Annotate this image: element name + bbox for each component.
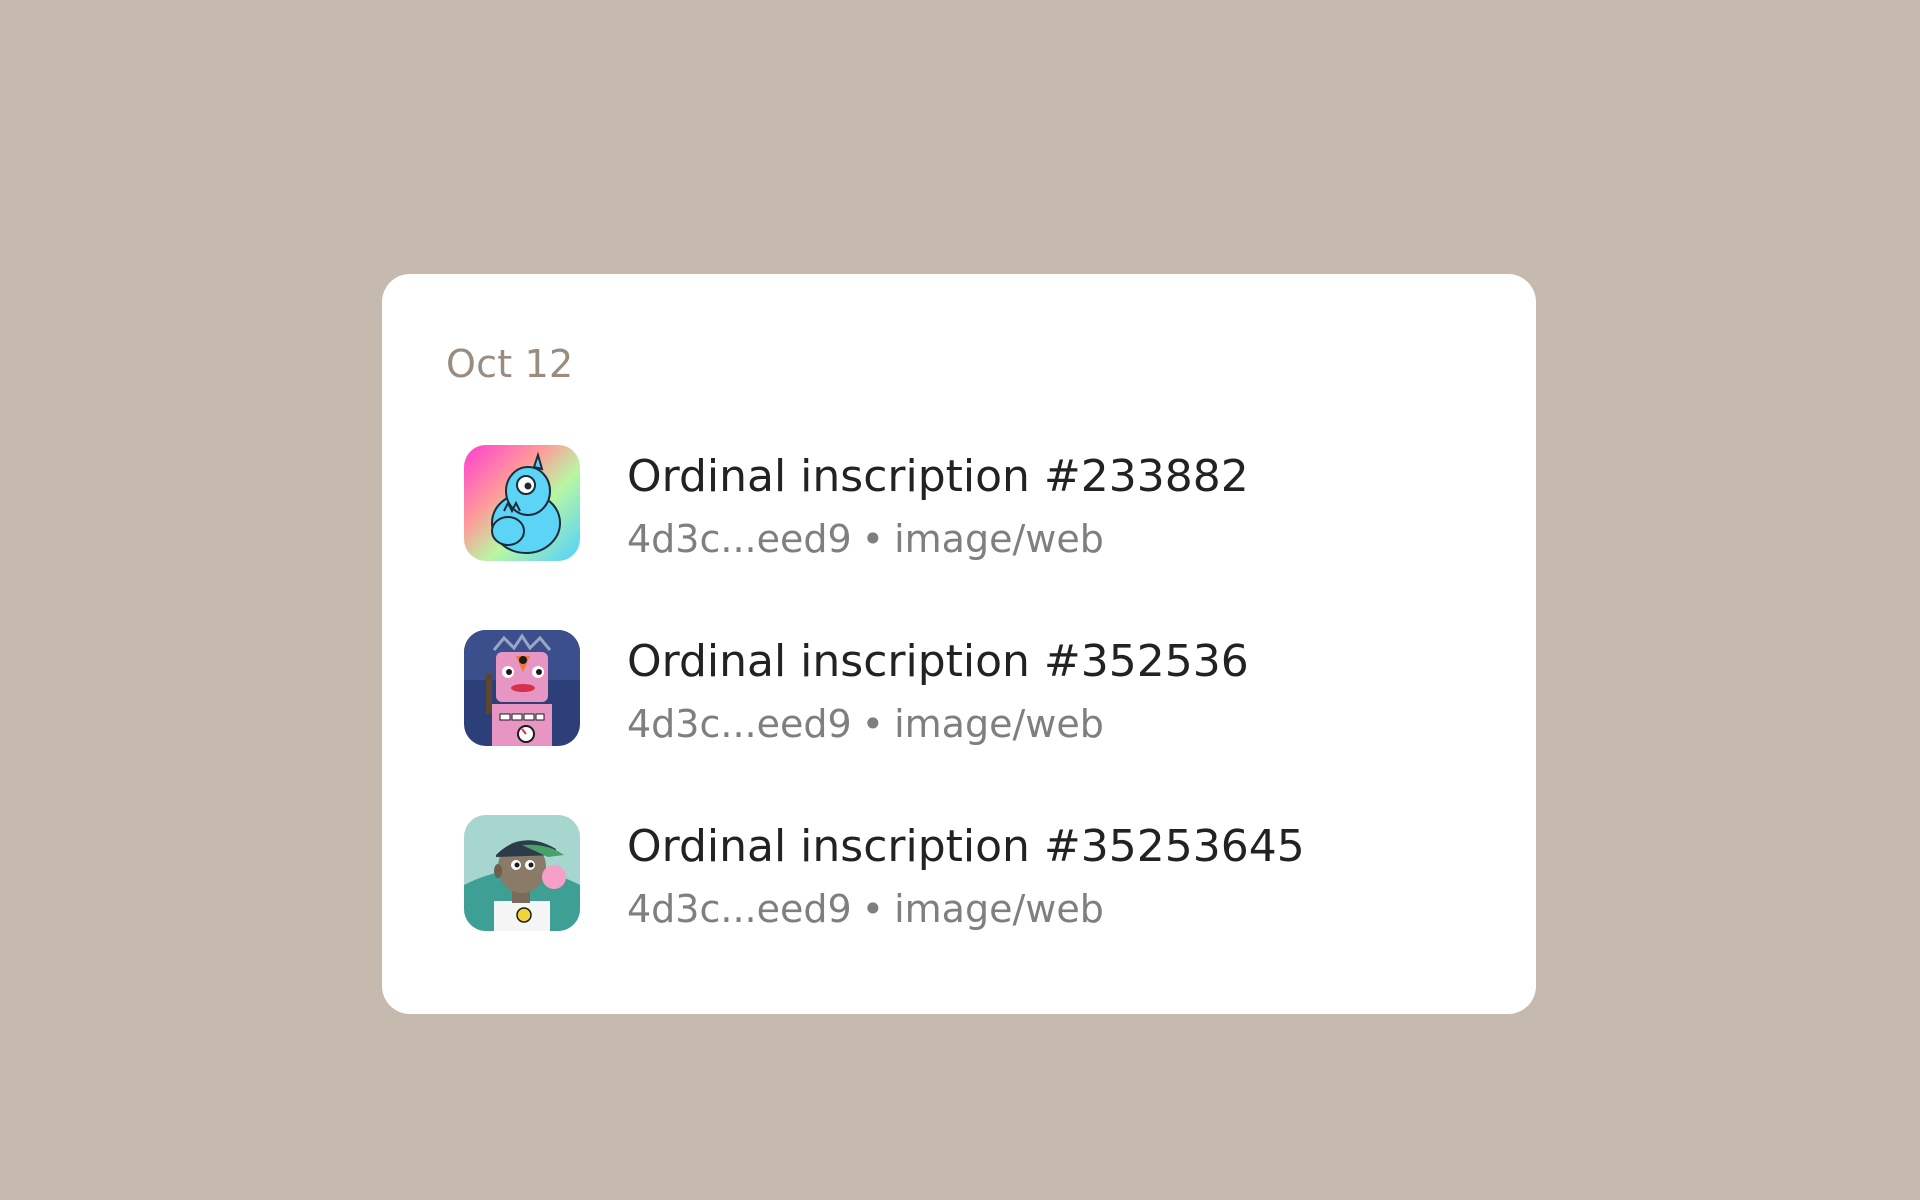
inscription-hash: 4d3c...eed9 [627, 887, 852, 931]
inscription-title: Ordinal inscription #35253645 [627, 821, 1305, 872]
blue-monster-nft-icon [464, 445, 580, 561]
inscription-hash: 4d3c...eed9 [627, 517, 852, 561]
inscription-meta: 4d3c...eed9 • image/web [627, 887, 1104, 931]
activity-card: Oct 12 Ordinal inscription #233882 4d3c.… [382, 274, 1536, 1014]
inscription-type: image/web [894, 517, 1104, 561]
inscription-list-item[interactable]: Ordinal inscription #233882 4d3c...eed9 •… [464, 445, 1424, 561]
date-header: Oct 12 [446, 342, 574, 386]
inscription-type: image/web [894, 702, 1104, 746]
inscription-list-item[interactable]: Ordinal inscription #352536 4d3c...eed9 •… [464, 630, 1424, 746]
bubblegum-character-nft-icon [464, 815, 580, 931]
inscription-meta: 4d3c...eed9 • image/web [627, 702, 1104, 746]
inscription-type: image/web [894, 887, 1104, 931]
inscription-meta: 4d3c...eed9 • image/web [627, 517, 1104, 561]
separator-dot: • [861, 517, 885, 561]
pink-robot-nft-icon [464, 630, 580, 746]
inscription-title: Ordinal inscription #233882 [627, 451, 1249, 502]
separator-dot: • [861, 887, 885, 931]
inscription-title: Ordinal inscription #352536 [627, 636, 1249, 687]
separator-dot: • [861, 702, 885, 746]
inscription-hash: 4d3c...eed9 [627, 702, 852, 746]
inscription-list-item[interactable]: Ordinal inscription #35253645 4d3c...eed… [464, 815, 1424, 931]
